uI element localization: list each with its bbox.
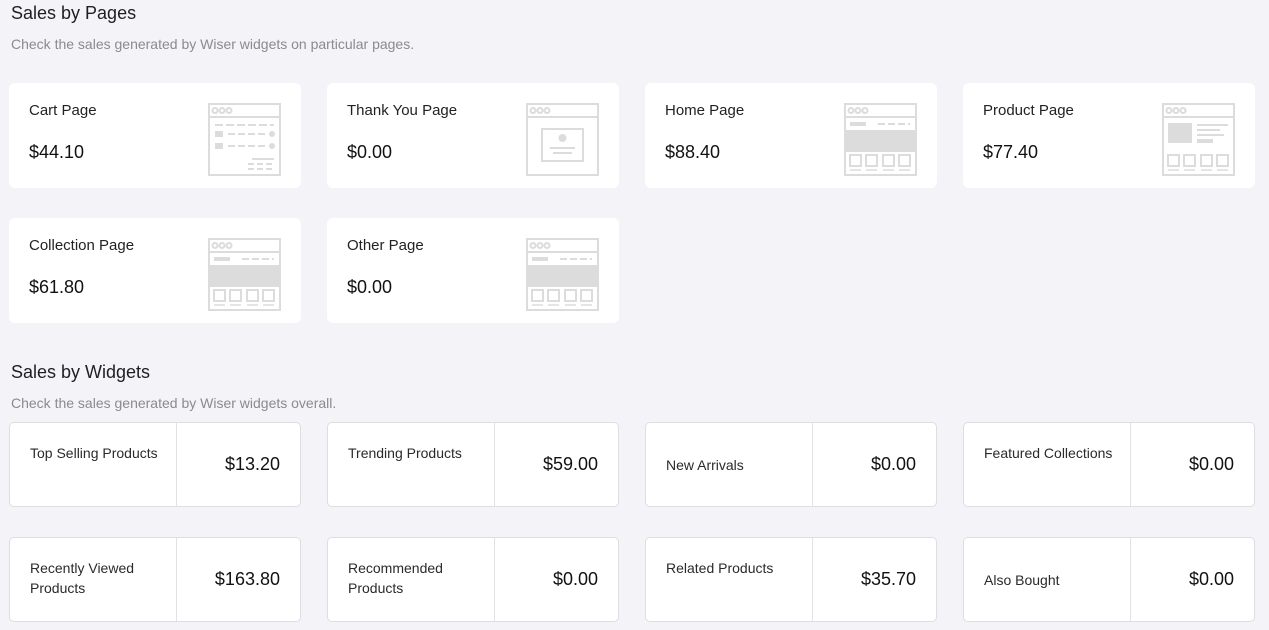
widget-card-recommended[interactable]: Recommended Products $0.00 — [327, 537, 619, 622]
other-page-wireframe-icon — [526, 238, 599, 311]
widget-card-label: New Arrivals — [666, 457, 744, 473]
widget-card-label: Also Bought — [984, 572, 1060, 588]
widget-card-label: Top Selling Products — [30, 445, 158, 461]
widget-card-value: $0.00 — [1188, 454, 1234, 474]
page-card-label: Cart Page — [29, 102, 97, 119]
home-page-wireframe-icon — [844, 103, 917, 176]
page-card-collection[interactable]: Collection Page $61.80 — [9, 218, 301, 323]
widget-card-recently-viewed[interactable]: Recently Viewed Products $163.80 — [9, 537, 301, 622]
cart-page-wireframe-icon — [208, 103, 281, 176]
widget-card-related[interactable]: Related Products $35.70 — [645, 537, 937, 622]
widget-card-label: Related Products — [666, 560, 774, 576]
widget-card-divider — [494, 538, 495, 621]
product-page-wireframe-icon — [1162, 103, 1235, 176]
widget-card-also-bought[interactable]: Also Bought $0.00 — [963, 537, 1255, 622]
pages-section-title: Sales by Pages — [11, 3, 137, 23]
widget-card-label: Recently Viewed Products — [30, 560, 135, 596]
widget-card-divider — [1130, 423, 1131, 506]
widget-card-divider — [1130, 538, 1131, 621]
widget-card-value: $0.00 — [552, 569, 598, 589]
page-card-thank-you[interactable]: Thank You Page $0.00 — [327, 83, 619, 188]
widget-card-trending[interactable]: Trending Products $59.00 — [327, 422, 619, 507]
widget-card-label: Trending Products — [348, 445, 462, 461]
widgets-section-subtitle: Check the sales generated by Wiser widge… — [11, 395, 337, 411]
widget-card-value: $0.00 — [1188, 569, 1234, 589]
page-card-value: $0.00 — [347, 142, 393, 162]
widget-card-divider — [176, 538, 177, 621]
collection-page-wireframe-icon — [208, 238, 281, 311]
widget-card-featured-collections[interactable]: Featured Collections $0.00 — [963, 422, 1255, 507]
page-card-cart[interactable]: Cart Page $44.10 — [9, 83, 301, 188]
widget-card-value: $0.00 — [870, 454, 916, 474]
page-card-label: Other Page — [347, 237, 424, 254]
widget-card-value: $13.20 — [224, 454, 280, 474]
widget-card-value: $163.80 — [214, 569, 280, 589]
thank-you-page-wireframe-icon — [526, 103, 599, 176]
page-card-value: $0.00 — [347, 277, 393, 297]
page-card-home[interactable]: Home Page $88.40 — [645, 83, 937, 188]
widget-card-divider — [176, 423, 177, 506]
pages-section-subtitle: Check the sales generated by Wiser widge… — [11, 36, 415, 52]
page-card-label: Home Page — [665, 102, 745, 119]
page-card-value: $77.40 — [983, 142, 1039, 162]
widget-card-label: Recommended Products — [348, 560, 443, 596]
page-card-label: Product Page — [983, 102, 1074, 119]
widget-card-label: Featured Collections — [984, 445, 1113, 461]
page-card-product[interactable]: Product Page $77.40 — [963, 83, 1255, 188]
widget-card-new-arrivals[interactable]: New Arrivals $0.00 — [645, 422, 937, 507]
widget-card-top-selling[interactable]: Top Selling Products $13.20 — [9, 422, 301, 507]
page-card-label: Collection Page — [29, 237, 135, 254]
page-card-value: $44.10 — [29, 142, 85, 162]
widget-card-divider — [494, 423, 495, 506]
widgets-section-title: Sales by Widgets — [11, 362, 151, 382]
widget-card-value: $59.00 — [542, 454, 598, 474]
widget-card-value: $35.70 — [860, 569, 916, 589]
page-card-label: Thank You Page — [347, 102, 458, 119]
page-card-other[interactable]: Other Page $0.00 — [327, 218, 619, 323]
page-card-value: $61.80 — [29, 277, 85, 297]
page-card-value: $88.40 — [665, 142, 721, 162]
widget-card-divider — [812, 538, 813, 621]
widget-card-divider — [812, 423, 813, 506]
